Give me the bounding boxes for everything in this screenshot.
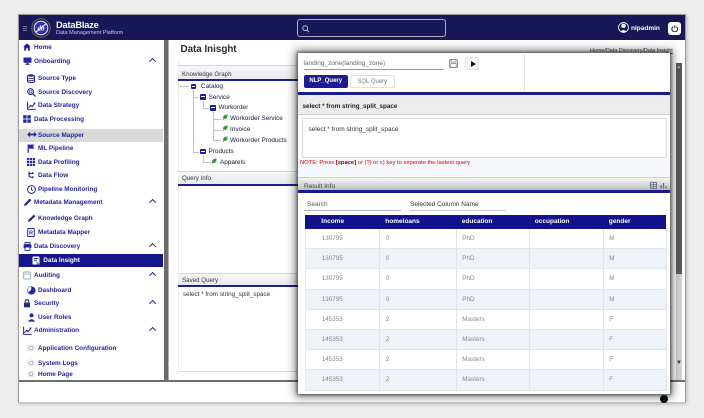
svg-text:Q: Q [29,89,33,94]
svg-text:R: R [29,230,33,236]
